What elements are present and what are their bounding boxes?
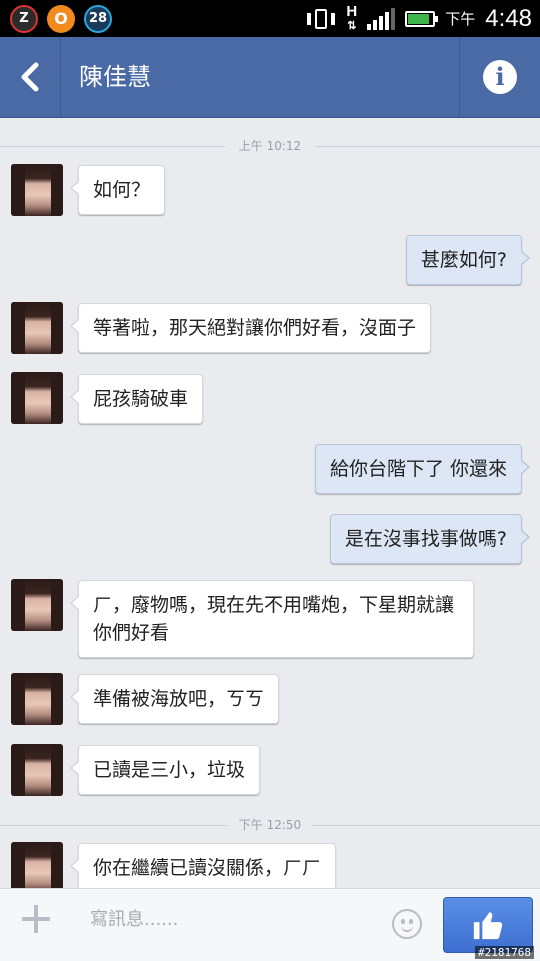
clock-ampm: 下午 [445,11,476,28]
message-outgoing[interactable]: 甚麼如何? [405,235,531,285]
app-badge-o-icon: O [47,5,75,33]
chat-header: 陳佳慧 i [0,37,540,118]
info-button[interactable]: i [459,37,540,117]
timestamp-divider: 下午 12:50 [0,815,540,835]
message-incoming[interactable]: 已讀是三小，垃圾 [69,745,261,795]
contact-avatar[interactable] [11,302,63,354]
signal-strength-icon [367,7,396,30]
timestamp-divider: 上午 10:12 [0,136,540,156]
message-incoming[interactable]: 等著啦，那天絕對讓你們好看，沒面子 [69,303,432,353]
message-incoming[interactable]: 準備被海放吧，ㄎㄎ [69,674,280,724]
contact-avatar[interactable] [11,744,63,796]
message-list[interactable]: 上午 10:12 如何？ 甚麼如何? 等著啦，那天絕對讓你們好看，沒面子 屁孩騎… [0,118,540,888]
message-incoming[interactable]: 屁孩騎破車 [69,374,204,424]
message-outgoing[interactable]: 給你台階下了 你還來 [314,444,531,494]
smiley-icon[interactable] [392,909,422,939]
app-badge-z-icon: Z [10,5,38,33]
watermark-label: #2181768 [475,946,534,959]
message-input[interactable] [70,899,420,939]
message-incoming[interactable]: ㄏ，廢物嗎，現在先不用嘴炮，下星期就讓你們好看 [70,580,474,658]
status-bar: Z O 28 H ⇅ 下午 4:48 [0,0,540,37]
info-icon: i [483,60,517,94]
message-composer: #2181768 [0,888,540,961]
message-outgoing[interactable]: 是在沒事找事做嗎? [329,514,531,564]
contact-avatar[interactable] [11,164,63,216]
contact-avatar[interactable] [11,842,63,888]
contact-avatar[interactable] [11,579,63,631]
plus-icon[interactable] [22,905,50,933]
notification-count-badge: 28 [84,5,112,33]
thumbs-up-icon [473,912,503,940]
network-type-icon: H ⇅ [346,2,358,32]
vibrate-icon [306,8,336,30]
clock-time: 4:48 [485,4,532,32]
contact-avatar[interactable] [11,372,63,424]
battery-icon [405,10,439,27]
message-incoming[interactable]: 如何？ [69,165,166,215]
contact-name[interactable]: 陳佳慧 [79,37,151,117]
chevron-left-icon [21,62,39,92]
contact-avatar[interactable] [11,673,63,725]
message-incoming[interactable]: 你在繼續已讀沒關係，ㄏㄏ [69,843,337,888]
like-button[interactable] [443,897,533,953]
back-button[interactable] [0,37,61,117]
